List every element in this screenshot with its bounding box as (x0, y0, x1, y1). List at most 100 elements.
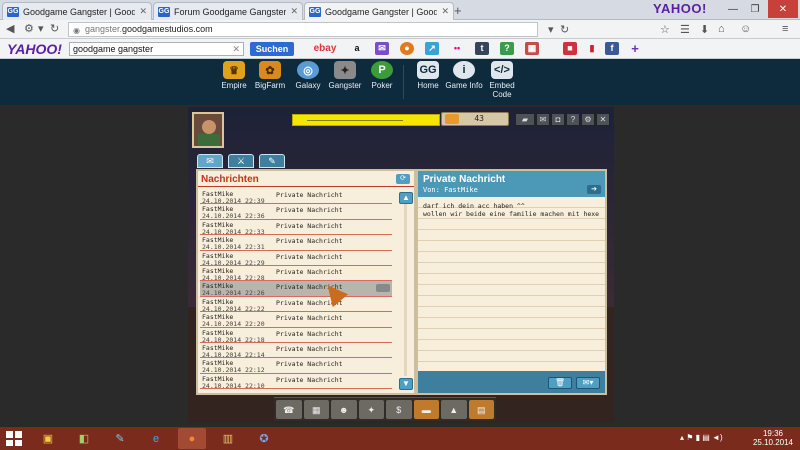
help-icon[interactable]: ? (566, 113, 580, 126)
more-icon[interactable]: + (628, 42, 642, 55)
flickr-icon[interactable]: •• (450, 42, 464, 55)
tab-compose[interactable]: ✎ (259, 154, 285, 168)
reload-page-icon[interactable]: ↻ (560, 23, 569, 36)
scroll-down-icon[interactable]: ▼ (399, 378, 413, 390)
money-icon[interactable]: $ (386, 400, 412, 419)
message-row[interactable]: FastMike 24.10.2014 22:20 Private Nachrich… (200, 312, 392, 328)
scroll-up-icon[interactable]: ▲ (399, 192, 413, 204)
close-tab-icon[interactable]: ✕ (290, 6, 298, 17)
buddy-icon[interactable]: ◘ (551, 113, 565, 126)
message-row[interactable]: FastMike 24.10.2014 22:33 Private Nachrich… (200, 220, 392, 236)
home-icon[interactable]: ⌂ (718, 23, 725, 35)
explorer-icon[interactable]: ▣ (34, 428, 62, 449)
close-window-icon[interactable]: ✕ (768, 0, 798, 18)
archive-icon[interactable]: ▥ (214, 428, 242, 449)
delete-icon[interactable]: 🗑 (548, 377, 572, 389)
browser-tab-2[interactable]: GG Forum Goodgame Gangster | Goodg... ✕ (153, 2, 303, 20)
poker-chip-icon: P (371, 61, 393, 79)
friends-icon[interactable]: ▰ (515, 113, 535, 126)
weapon-icon[interactable]: ✦ (358, 400, 384, 419)
delete-message-icon[interactable] (376, 284, 390, 293)
tab-inbox[interactable]: ✉ (197, 154, 223, 168)
smile-icon[interactable]: ☺ (740, 23, 751, 35)
identity-icon[interactable]: ⚙ (24, 22, 34, 35)
forward-icon[interactable]: ➔ (587, 185, 601, 194)
message-row[interactable]: FastMike 24.10.2014 22:18 Private Nachrich… (200, 328, 392, 344)
back-icon[interactable]: ◀ (6, 22, 14, 35)
ie-icon[interactable]: e (142, 428, 170, 449)
map-icon[interactable]: ▦ (303, 400, 329, 419)
answers-icon[interactable]: ? (500, 42, 514, 55)
mail-icon[interactable]: ✉ (375, 42, 389, 55)
calendar-icon[interactable]: ▦ (525, 42, 539, 55)
minimize-icon[interactable]: — (722, 0, 744, 18)
amazon-icon[interactable]: a (350, 42, 364, 55)
car-icon[interactable]: ▲ (441, 400, 467, 419)
browser-tab-1[interactable]: GG Goodgame Gangster | Goodgame Gan... ✕ (2, 2, 152, 20)
firefox-icon[interactable]: ● (178, 428, 206, 449)
nav-bigfarm[interactable]: ✿ BigFarm (249, 61, 291, 90)
divider (403, 65, 404, 99)
planet-icon: ◎ (297, 61, 319, 79)
message-row[interactable]: FastMike 24.10.2014 22:26 Private Nachrich… (200, 281, 392, 297)
finance-icon[interactable]: ↗ (425, 42, 439, 55)
phone-icon[interactable]: ☎ (276, 400, 302, 419)
message-row[interactable]: FastMike 24.10.2014 22:22 Private Nachrich… (200, 297, 392, 313)
minecraft-icon[interactable]: ◧ (70, 428, 98, 449)
ammo-icon[interactable]: ▬ (413, 400, 439, 419)
player-avatar[interactable] (192, 112, 224, 148)
close-tab-icon[interactable]: ✕ (139, 6, 147, 17)
download-icon[interactable]: ⬇ (700, 23, 709, 36)
settings-icon[interactable]: ⚙ (581, 113, 595, 126)
nav-galaxy[interactable]: ◎ Galaxy (287, 61, 329, 90)
menu-icon[interactable]: ≡ (782, 23, 788, 35)
star-icon[interactable]: ☆ (660, 23, 670, 36)
message-row[interactable]: FastMike 24.10.2014 22:29 Private Nachrich… (200, 251, 392, 267)
tab-write-off[interactable]: ⚔ (228, 154, 254, 168)
reload-icon[interactable]: ↻ (50, 22, 59, 35)
maximize-icon[interactable]: ❐ (744, 0, 766, 18)
nav-gangster[interactable]: ✦ Gangster (324, 61, 366, 90)
refresh-icon[interactable]: ⟳ (396, 174, 410, 184)
dropdown-arrow-icon[interactable]: ▾ (548, 23, 554, 36)
reply-icon[interactable]: ✉▾ (576, 377, 600, 389)
nav-embed-code[interactable]: </> Embed Code (481, 61, 523, 99)
yahoo-search-value: goodgame gangster (73, 44, 154, 54)
browser-tab-3[interactable]: GG Goodgame Gangster | Goodgame Gan... ✕ (304, 2, 454, 20)
mail-icon[interactable]: ✉ (536, 113, 550, 126)
message-subject: Private Nachricht (276, 252, 343, 261)
message-row[interactable]: FastMike 24.10.2014 22:28 Private Nachrich… (200, 266, 392, 282)
yahoo-search-button[interactable]: Suchen (250, 42, 294, 56)
system-tray[interactable]: ▴ ⚑ ▮ ▤ ◄) (680, 433, 723, 442)
new-tab-button[interactable]: + (454, 3, 462, 18)
ebay-icon[interactable]: ebay (313, 42, 337, 55)
message-row[interactable]: FastMike 24.10.2014 22:14 Private Nachrich… (200, 343, 392, 359)
clock[interactable]: 19:36 25.10.2014 (750, 429, 796, 447)
scroll-track[interactable] (404, 204, 407, 376)
reading-list-icon[interactable]: ☰ (680, 23, 690, 36)
tool-icon[interactable]: ✪ (250, 428, 278, 449)
message-row[interactable]: FastMike 24.10.2014 22:36 Private Nachrich… (200, 204, 392, 220)
message-row[interactable]: FastMike 24.10.2014 22:31 Private Nachrich… (200, 235, 392, 251)
windows-start-icon[interactable] (6, 431, 22, 446)
yahoo-search-input[interactable]: goodgame gangster ✕ (69, 42, 244, 56)
gang-icon[interactable]: ☻ (331, 400, 357, 419)
nav-game-info[interactable]: i Game Info (443, 61, 485, 90)
bookmark-icon[interactable]: ▮ (585, 42, 599, 55)
clear-search-icon[interactable]: ✕ (232, 43, 240, 55)
paint-icon[interactable]: ✎ (106, 428, 134, 449)
news-icon[interactable]: ■ (563, 42, 577, 55)
bank-icon[interactable]: ▤ (468, 400, 494, 419)
message-row[interactable]: FastMike 24.10.2014 22:39 Private Nachrich… (200, 189, 392, 205)
close-icon[interactable]: ✕ (596, 113, 610, 126)
facebook-icon[interactable]: f (605, 42, 619, 55)
dropdown-icon[interactable]: ▾ (38, 22, 44, 35)
url-field[interactable]: ◉ gangster.goodgamestudios.com (68, 22, 538, 37)
yahoo-logo[interactable]: YAHOO! (7, 41, 62, 57)
tumblr-icon[interactable]: t (475, 42, 489, 55)
close-tab-icon[interactable]: ✕ (441, 6, 449, 17)
sports-icon[interactable]: ● (400, 42, 414, 55)
message-row[interactable]: FastMike 24.10.2014 22:12 Private Nachrich… (200, 358, 392, 374)
nav-poker[interactable]: P Poker (361, 61, 403, 90)
message-row[interactable]: FastMike 24.10.2014 22:10 Private Nachrich… (200, 374, 392, 390)
